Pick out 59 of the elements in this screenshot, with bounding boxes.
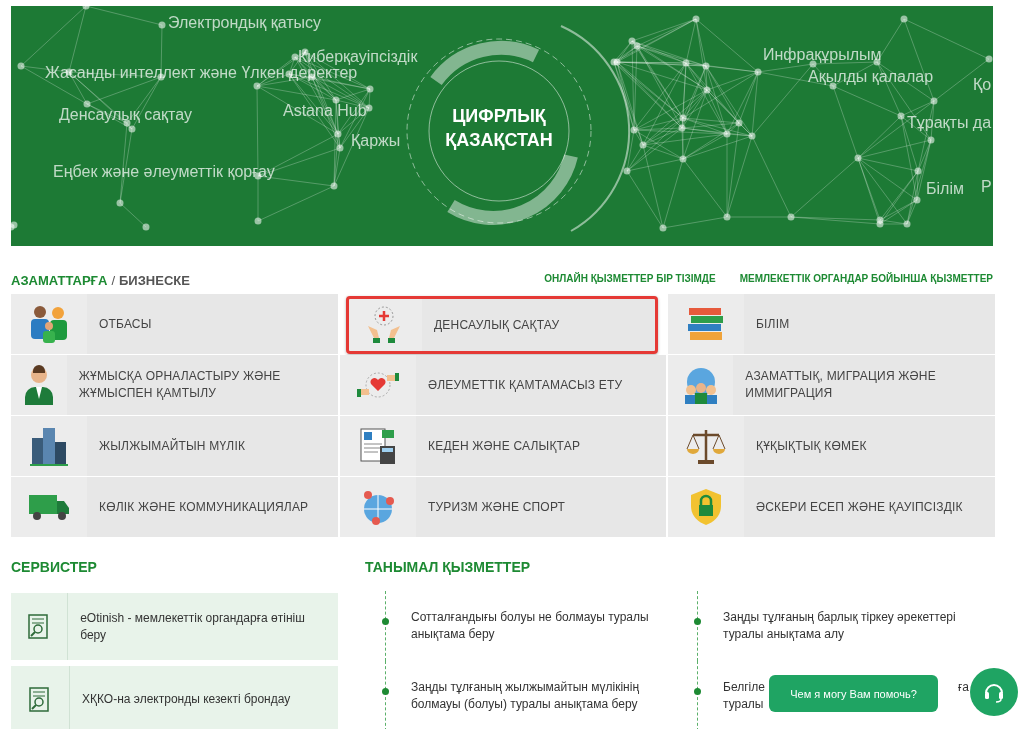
buildings-icon (30, 426, 68, 466)
service-link[interactable]: туралы (723, 696, 764, 713)
category-tile[interactable]: ЖЫЛЖЫМАЙТЫН МҮЛІК (11, 416, 338, 476)
service-card[interactable]: ХҚКО-на электронды кезекті брондау (11, 666, 338, 729)
slash-separator: / (111, 273, 115, 288)
service-card[interactable]: eOtinish - мемлекеттік органдарға өтініш беру (11, 593, 338, 660)
category-tile[interactable]: ӘСКЕРИ ЕСЕП ЖӘНЕ ҚАУІПСІЗДІК (668, 477, 995, 537)
shield-lock-icon (689, 488, 723, 526)
category-tile[interactable]: ӘЛЕУМЕТТІК ҚАМТАМАСЫЗ ЕТУ (340, 355, 666, 415)
banner-label: Денсаулық сақтау (59, 106, 192, 124)
section-link[interactable]: ОНЛАЙН ҚЫЗМЕТТЕР БІР ТІЗІМДЕ (544, 273, 716, 284)
category-tile[interactable]: БІЛІМ (668, 294, 995, 354)
service-link[interactable]: болмауы (болуы) туралы анықтама беру (411, 696, 638, 713)
service-link[interactable]: Заңды тұлғаның барлық тіркеу әрекеттері (723, 609, 956, 626)
banner-label: Еңбек және әлеуметтік қорғау (53, 163, 275, 181)
books-icon (686, 305, 726, 343)
banner-label: Жасанды интеллект және Үлкен деректер (45, 64, 358, 82)
bullet-dot (694, 688, 701, 695)
banner-label: Astana Hub (283, 102, 367, 120)
category-tile[interactable]: КЕДЕН ЖӘНЕ САЛЫҚТАР (340, 416, 666, 476)
banner-label: Тұрақты да (907, 114, 992, 132)
banner-label: Қаржы (351, 132, 401, 150)
category-tile[interactable]: ТУРИЗМ ЖӘНЕ СПОРТ (340, 477, 666, 537)
category-tile[interactable]: ҚҰҚЫҚТЫҚ КӨМЕК (668, 416, 995, 476)
document-calculator-icon (358, 426, 398, 466)
category-tile[interactable]: АЗАМАТТЫҚ, МИГРАЦИЯ ЖӘНЕ ИММИГРАЦИЯ (668, 355, 995, 415)
headset-icon (983, 681, 1005, 703)
service-link[interactable]: ға (957, 679, 969, 696)
category-tile[interactable]: КӨЛІК ЖӘНЕ КОММУНИКАЦИЯЛАР (11, 477, 338, 537)
service-link[interactable]: анықтама беру (411, 626, 495, 643)
scales-icon (685, 427, 727, 465)
document-magnifier-icon (29, 686, 51, 713)
section-heading: СЕРВИСТЕР (11, 559, 98, 577)
service-link[interactable]: Заңды тұлғаның жылжымайтын мүлікінің (411, 679, 640, 696)
bullet-dot (382, 618, 389, 625)
bullet-dot (382, 688, 389, 695)
tab[interactable]: БИЗНЕСКЕ (119, 273, 190, 288)
bullet-dot (694, 618, 701, 625)
service-link[interactable]: Белгіле (723, 679, 765, 696)
category-tile[interactable]: ДЕНСАУЛЫҚ САҚТАУ (346, 296, 658, 354)
banner-label: Р (981, 178, 992, 196)
truck-icon (28, 492, 70, 522)
section-link[interactable]: МЕМЛЕКЕТТІК ОРГАНДАР БОЙЫНША ҚЫЗМЕТТЕР (739, 273, 993, 284)
banner-title: ЦИФРЛЫҚ ҚАЗАҚСТАН (444, 105, 554, 152)
banner-label: Электрондық қатысу (168, 14, 321, 32)
banner-label: Киберқауіпсіздік (298, 48, 418, 66)
category-tile[interactable]: ЖҰМЫСҚА ОРНАЛАСТЫРУ ЖӘНЕ ЖҰМЫСПЕН ҚАМТЫЛУ (11, 355, 338, 415)
banner-label: Қо (973, 76, 992, 94)
category-tile[interactable]: ОТБАСЫ (11, 294, 338, 354)
banner-label: Білім (926, 180, 964, 198)
service-link[interactable]: туралы анықтама алу (723, 626, 844, 643)
tab[interactable]: АЗАМАТТАРҒА (11, 273, 108, 288)
businessman-icon (22, 365, 55, 405)
section-heading: ТАНЫМАЛ ҚЫЗМЕТТЕР (365, 559, 532, 577)
banner-label: Ақылды қалалар (808, 68, 934, 86)
service-link[interactable]: Сотталғандығы болуы не болмауы туралы (411, 609, 649, 626)
document-magnifier-icon (28, 613, 51, 640)
banner-label: Инфрақұрылым (763, 46, 882, 64)
support-button[interactable] (970, 668, 1018, 716)
